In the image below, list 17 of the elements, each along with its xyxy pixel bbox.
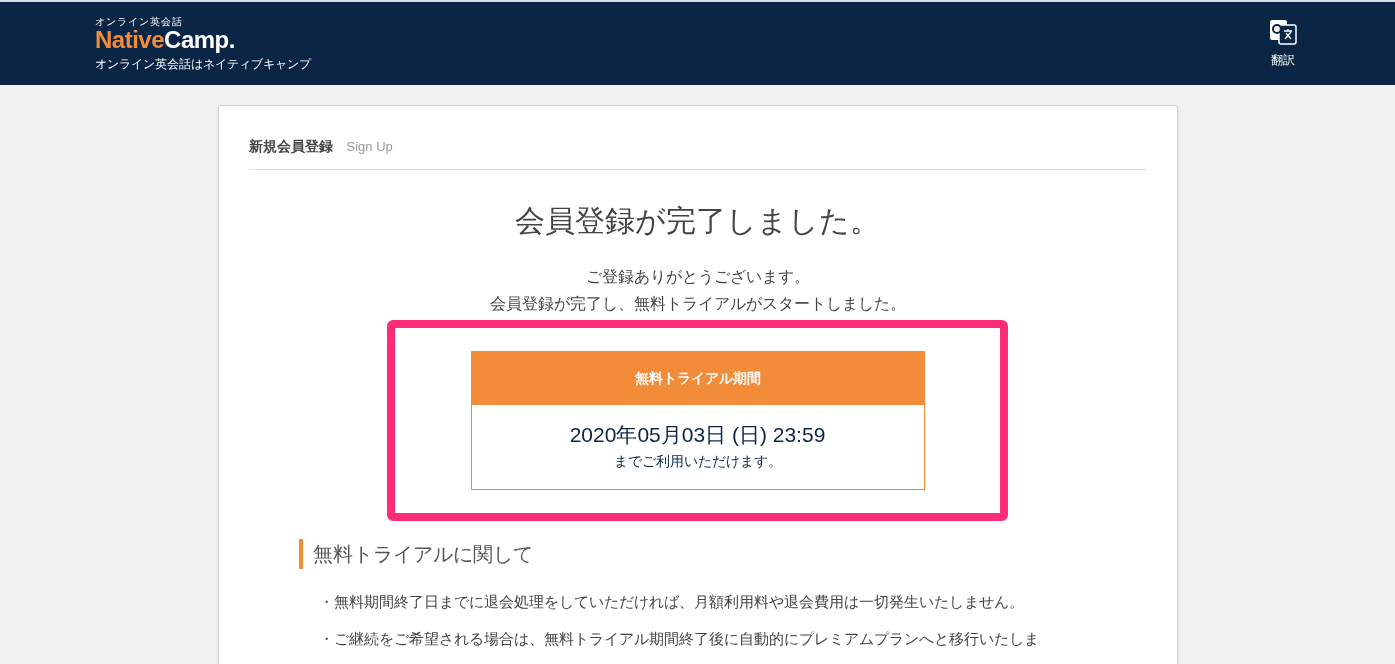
logo-caption: オンライン英会話 bbox=[95, 17, 184, 27]
trial-note: までご利用いただけます。 bbox=[613, 451, 782, 471]
page-subtitle: Sign Up bbox=[346, 138, 393, 156]
tagline: オンライン英会話はネイティブキャンプ bbox=[95, 58, 311, 70]
logo[interactable]: NativeCamp. bbox=[95, 28, 311, 52]
accent-bar bbox=[298, 539, 303, 569]
translate-icon bbox=[1269, 18, 1297, 45]
completion-heading: 会員登録が完了しました。 bbox=[515, 206, 880, 236]
trial-end-date: 2020年05月03日 (日) 23:59 bbox=[569, 422, 826, 449]
message-text: ご登録ありがとうございます。 bbox=[585, 267, 810, 287]
page-title: 新規会員登録 bbox=[248, 137, 333, 156]
translate-button[interactable]: 翻訳 bbox=[1269, 18, 1297, 69]
trial-label: 無料トライアル期間 bbox=[634, 369, 761, 388]
section-heading: 無料トライアルに関して bbox=[312, 542, 533, 567]
message-text: 会員登録が完了し、無料トライアルがスタートしました。 bbox=[489, 294, 906, 314]
info-text: ・ご継続をご希望される場合は、無料トライアル期間終了後に自動的にプレミアムプランへと移行いたしま bbox=[318, 629, 1040, 649]
info-text: ・無料期間終了日までに退会処理をしていただければ、月額利用料や退会費用は一切発生いたしません。 bbox=[318, 592, 1025, 612]
